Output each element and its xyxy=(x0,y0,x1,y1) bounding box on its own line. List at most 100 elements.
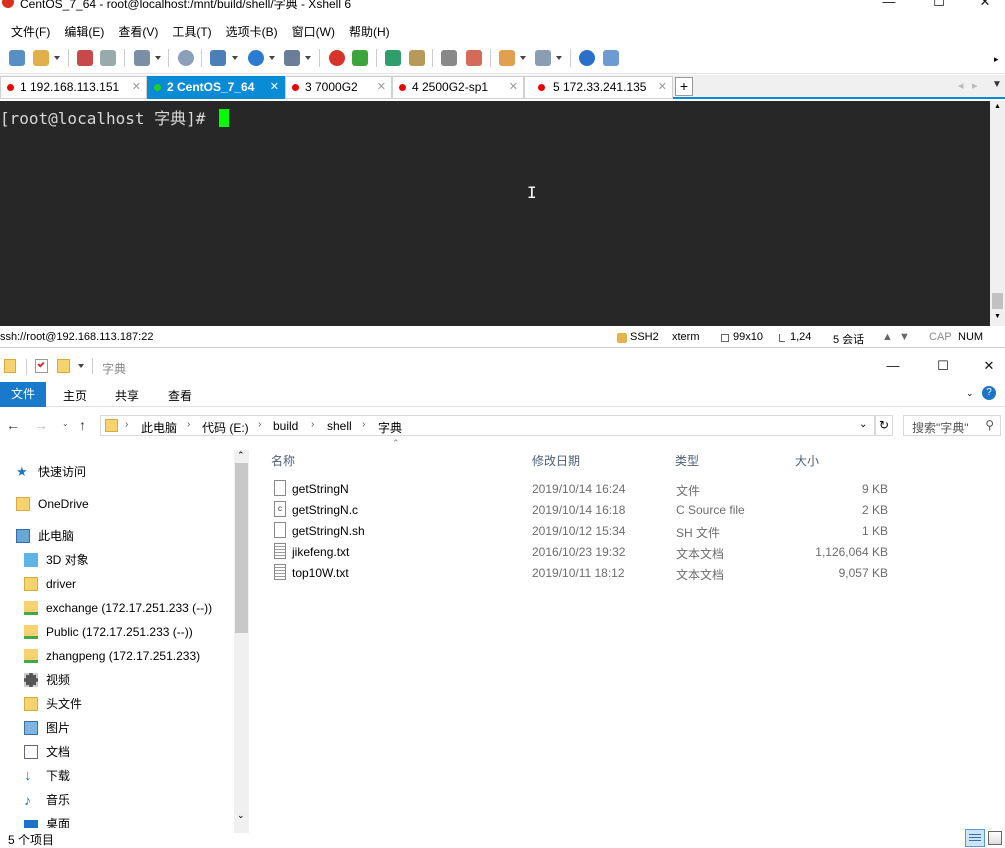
ribbon-tab-share[interactable]: 共享 xyxy=(115,387,139,404)
ribbon-tab-view[interactable]: 查看 xyxy=(168,387,192,404)
breadcrumb-chevron-icon[interactable]: › xyxy=(311,419,314,430)
script-icon[interactable] xyxy=(499,50,515,66)
highlight-icon[interactable] xyxy=(466,50,482,66)
breadcrumb-this-pc[interactable]: 此电脑 xyxy=(141,419,177,436)
connect-icon[interactable] xyxy=(77,50,93,66)
ribbon-tab-file[interactable]: 文件 xyxy=(0,382,46,407)
toolbar-expand-icon[interactable]: ▸ xyxy=(994,54,999,65)
address-bar[interactable]: › 此电脑 › 代码 (E:) › build › shell › 字典 ⌄ xyxy=(100,415,875,436)
nav-driver[interactable]: driver xyxy=(18,574,76,594)
nav-scrollbar-thumb[interactable] xyxy=(235,463,248,633)
nav-quick-access[interactable]: ★ 快速访问 xyxy=(10,462,86,482)
font-icon[interactable] xyxy=(284,50,300,66)
breadcrumb-drive-e[interactable]: 代码 (E:) xyxy=(202,419,249,436)
breadcrumb-build[interactable]: build xyxy=(273,419,298,433)
scroll-up-icon[interactable]: ▲ xyxy=(994,103,1001,110)
tab-close-icon[interactable]: ✕ xyxy=(377,77,386,98)
breadcrumb-chevron-icon[interactable]: › xyxy=(125,419,128,430)
properties-check-icon[interactable] xyxy=(35,359,48,373)
file-row[interactable]: getStringN 2019/10/14 16:24 文件 9 KB xyxy=(270,478,990,499)
script-dropdown-icon[interactable] xyxy=(520,56,526,60)
menu-edit[interactable]: 编辑(E) xyxy=(64,23,104,40)
tab-scroll-right-icon[interactable]: ▸ xyxy=(972,79,978,92)
transfer-dropdown-icon[interactable] xyxy=(232,56,238,60)
new-session-icon[interactable] xyxy=(9,50,25,66)
nav-videos[interactable]: 视频 xyxy=(18,670,70,690)
properties-dropdown-icon[interactable] xyxy=(155,56,161,60)
disconnect-icon[interactable] xyxy=(100,50,116,66)
column-size[interactable]: 大小 xyxy=(795,452,819,469)
globe-icon[interactable] xyxy=(248,50,264,66)
back-arrow-icon[interactable]: ← xyxy=(6,417,20,433)
close-button[interactable]: ✕ xyxy=(962,0,1005,14)
lock-icon[interactable] xyxy=(409,50,425,66)
details-view-icon[interactable] xyxy=(965,829,985,847)
tab-close-icon[interactable]: ✕ xyxy=(270,77,279,98)
explorer-close-button[interactable]: ✕ xyxy=(966,358,1005,378)
file-row[interactable]: jikefeng.txt 2016/10/23 19:32 文本文档 1,126… xyxy=(270,541,990,562)
tab-close-icon[interactable]: ✕ xyxy=(132,77,141,98)
quick-access-dropdown-icon[interactable] xyxy=(78,364,84,368)
nav-this-pc[interactable]: 此电脑 xyxy=(10,526,74,546)
nav-scroll-up-icon[interactable]: ⌃ xyxy=(237,450,245,461)
tab-close-icon[interactable]: ✕ xyxy=(509,77,518,98)
tab-session-4[interactable]: 4 2500G2-sp1 ✕ xyxy=(392,76,524,99)
transfer-icon[interactable] xyxy=(210,50,226,66)
file-row[interactable]: c getStringN.c 2019/10/14 16:18 C Source… xyxy=(270,499,990,520)
nav-scroll-down-icon[interactable]: ⌄ xyxy=(237,810,245,821)
terminal-screen[interactable]: [root@localhost 字典]# I xyxy=(0,101,990,326)
terminal-scrollbar[interactable]: ▲ ▼ xyxy=(990,101,1005,326)
nav-onedrive[interactable]: OneDrive xyxy=(10,494,89,514)
xagent-icon[interactable] xyxy=(352,50,368,66)
address-dropdown-icon[interactable]: ⌄ xyxy=(859,419,867,430)
open-dropdown-icon[interactable] xyxy=(54,56,60,60)
navigation-scrollbar[interactable]: ⌃ ⌄ xyxy=(234,450,249,833)
menu-file[interactable]: 文件(F) xyxy=(11,23,50,40)
tab-scroll-left-icon[interactable]: ◂ xyxy=(958,79,964,92)
help-icon[interactable]: ? xyxy=(982,386,996,400)
explorer-minimize-button[interactable]: — xyxy=(870,358,916,378)
file-row[interactable]: top10W.txt 2019/10/11 18:12 文本文档 9,057 K… xyxy=(270,562,990,583)
breadcrumb-chevron-icon[interactable]: › xyxy=(258,419,261,430)
keyboard-icon[interactable] xyxy=(441,50,457,66)
nav-music[interactable]: ♪ 音乐 xyxy=(18,790,70,810)
status-down-icon[interactable]: ▼ xyxy=(899,331,910,343)
ribbon-expand-icon[interactable]: ⌄ xyxy=(966,388,974,399)
breadcrumb-chevron-icon[interactable]: › xyxy=(362,419,365,430)
tab-session-1[interactable]: 1 192.168.113.151 ✕ xyxy=(0,76,147,99)
column-date[interactable]: 修改日期 xyxy=(532,452,580,469)
forward-arrow-icon[interactable]: → xyxy=(34,417,48,433)
scroll-down-icon[interactable]: ▼ xyxy=(994,313,1001,320)
status-up-icon[interactable]: ▲ xyxy=(882,331,893,343)
search-input[interactable]: 搜索"字典" ⚲ xyxy=(903,415,1001,436)
new-folder-icon[interactable] xyxy=(57,359,70,373)
nav-headers[interactable]: 头文件 xyxy=(18,694,82,714)
scrollbar-thumb[interactable] xyxy=(992,293,1003,309)
tab-session-3[interactable]: 3 7000G2 ✕ xyxy=(285,76,392,99)
menu-tools[interactable]: 工具(T) xyxy=(172,23,211,40)
menu-window[interactable]: 窗口(W) xyxy=(292,23,335,40)
nav-public[interactable]: Public (172.17.251.233 (--)) xyxy=(18,622,193,642)
menu-tabs[interactable]: 选项卡(B) xyxy=(226,23,278,40)
ribbon-tab-home[interactable]: 主页 xyxy=(63,387,87,404)
nav-desktop[interactable]: 桌面 xyxy=(18,814,70,828)
recent-dropdown-icon[interactable]: ⌄ xyxy=(62,419,69,428)
column-name[interactable]: 名称 xyxy=(271,452,295,469)
find-icon[interactable] xyxy=(178,50,194,66)
menu-view[interactable]: 查看(V) xyxy=(118,23,158,40)
refresh-icon[interactable]: ↻ xyxy=(875,415,893,436)
maximize-button[interactable]: ☐ xyxy=(916,0,962,14)
tab-session-2[interactable]: 2 CentOS_7_64 ✕ xyxy=(147,76,285,99)
tab-list-icon[interactable]: ▼ xyxy=(992,79,1002,90)
tab-session-5[interactable]: 5 172.33.241.135 ✕ xyxy=(524,76,673,99)
fullscreen-icon[interactable] xyxy=(385,50,401,66)
search-icon[interactable]: ⚲ xyxy=(985,418,994,432)
properties-icon[interactable] xyxy=(134,50,150,66)
nav-downloads[interactable]: ↓ 下载 xyxy=(18,766,70,786)
file-row[interactable]: getStringN.sh 2019/10/12 15:34 SH 文件 1 K… xyxy=(270,520,990,541)
help-icon[interactable] xyxy=(579,50,595,66)
chat-icon[interactable] xyxy=(603,50,619,66)
nav-zhangpeng[interactable]: zhangpeng (172.17.251.233) xyxy=(18,646,200,666)
nav-documents[interactable]: 文档 xyxy=(18,742,70,762)
font-dropdown-icon[interactable] xyxy=(305,56,311,60)
